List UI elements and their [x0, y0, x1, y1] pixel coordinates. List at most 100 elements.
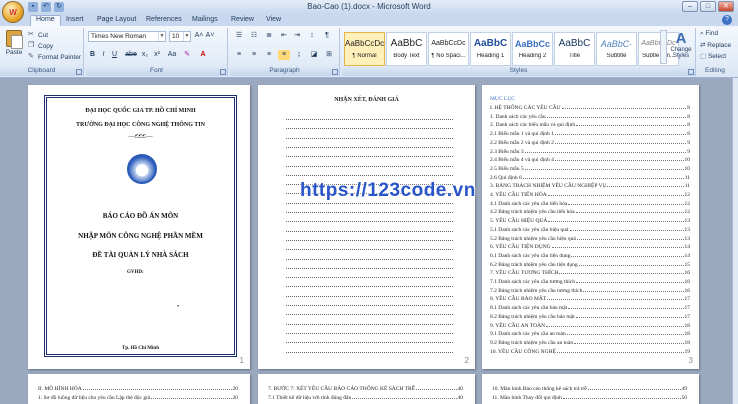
styles-gallery-scroll[interactable] [660, 30, 667, 64]
styles-dialog-launcher[interactable] [688, 69, 694, 75]
numbering-icon[interactable]: ☷ [248, 31, 260, 41]
paragraph-dialog-launcher[interactable] [332, 69, 338, 75]
toc-entry[interactable]: 4. YÊU CẦU TIẾN HÓA 12 [490, 192, 690, 198]
toc-entry[interactable]: 5.2 Bảng trách nhiệm yêu cầu hiệu quả 13 [490, 236, 690, 242]
strikethrough-button[interactable]: abe [124, 50, 138, 60]
minimize-button[interactable]: – [682, 1, 698, 12]
page-6[interactable]: 10. Màn hình Báo cáo thống kê sách trả t… [482, 374, 699, 404]
tab-review[interactable]: Review [231, 16, 254, 23]
toc-entry[interactable]: 2.1 Biểu mẫu 1 và qui định 1 8 [490, 131, 690, 137]
format-painter-button[interactable]: ✎ Format Painter [28, 53, 81, 61]
show-marks-icon[interactable]: ¶ [321, 31, 333, 41]
close-button[interactable]: ✕ [718, 1, 734, 12]
style-heading-1[interactable]: AaBbC Heading 1 [470, 32, 511, 66]
multilevel-list-icon[interactable]: ≣ [263, 31, 275, 41]
page-4[interactable]: II. MÔ HÌNH HÓA 20 1. Sơ đồ luồng dữ liệu … [28, 374, 250, 404]
toc-entry[interactable]: 9.1 Danh sách các yêu cầu an toàn 18 [490, 331, 690, 337]
page-cover[interactable]: ĐẠI HỌC QUỐC GIA TP. HỒ CHÍ MINH TRƯỜNG … [28, 85, 250, 369]
align-right-icon[interactable]: ≡ [263, 50, 275, 60]
grow-font-button[interactable]: A˄ [194, 31, 204, 41]
vertical-scrollbar[interactable] [732, 78, 738, 404]
toc-entry[interactable]: 1. Sơ đồ luồng dữ liệu cho yêu cầu Lập t… [38, 395, 238, 401]
toc-entry[interactable]: 6.2 Bảng trách nhiệm yêu cầu tiện dụng 15 [490, 262, 690, 268]
shrink-font-button[interactable]: A˅ [205, 31, 215, 41]
toc-entry[interactable]: 2. Danh sách các biểu mẫu và qui định 8 [490, 122, 690, 128]
subscript-button[interactable]: x₂ [140, 50, 150, 60]
toc-entry[interactable]: 5. YÊU CẦU HIỆU QUẢ 13 [490, 218, 690, 224]
cut-button[interactable]: ✂ Cut [28, 31, 48, 39]
tab-insert[interactable]: Insert [66, 16, 84, 23]
toc-entry[interactable]: 10. Màn hình Báo cáo thống kê sách trả t… [492, 386, 687, 392]
toc-entry[interactable]: 8.2 Bảng trách nhiệm yêu cầu bảo mật 17 [490, 314, 690, 320]
line-spacing-icon[interactable]: ↨ [293, 50, 305, 60]
toc-entry[interactable]: 6.1 Danh sách các yêu cầu tiện dụng 14 [490, 253, 690, 259]
font-size-select[interactable]: 10 ▼ [169, 31, 191, 42]
font-color-icon[interactable]: A [198, 50, 208, 60]
toc-entry[interactable]: 4.1 Danh sách các yêu cầu tiến hóa 12 [490, 201, 690, 207]
decrease-indent-icon[interactable]: ⇤ [278, 31, 290, 41]
office-button[interactable]: W [2, 1, 24, 23]
page-review[interactable]: NHẬN XÉT, ĐÁNH GIÁ 2 [258, 85, 475, 369]
select-button[interactable]: ⬚ Select [700, 52, 726, 60]
toc-entry[interactable]: 5.1 Danh sách các yêu cầu hiệu quả 13 [490, 227, 690, 233]
toc-entry[interactable]: 7.1 Thiết kế dữ liệu với tính đúng đắn 40 [268, 395, 463, 401]
toc-entry[interactable]: 9. YÊU CẦU AN TOÀN 18 [490, 323, 690, 329]
toc-entry[interactable]: 8. YÊU CẦU BẢO MẬT 17 [490, 296, 690, 302]
maximize-button[interactable]: □ [700, 1, 716, 12]
borders-icon[interactable]: ⊞ [323, 50, 335, 60]
tab-view[interactable]: View [266, 16, 281, 23]
toc-entry[interactable]: 6. YÊU CẦU TIỆN DỤNG 14 [490, 244, 690, 250]
toc-entry[interactable]: 7. YÊU CẦU TƯƠNG THÍCH 16 [490, 270, 690, 276]
superscript-button[interactable]: x² [152, 50, 162, 60]
tab-mailings[interactable]: Mailings [192, 16, 218, 23]
style-subtitle[interactable]: AaBbC· Subtitle [596, 32, 637, 66]
bold-button[interactable]: B [88, 50, 97, 60]
change-case-button[interactable]: Aa [166, 50, 178, 60]
page-toc[interactable]: MỤC LỤC I. HỆ THỐNG CÁC YÊU CẦU 8 1. Danh … [482, 85, 699, 369]
font-dialog-launcher[interactable] [220, 69, 226, 75]
font-name-select[interactable]: Times New Roman ▼ [88, 31, 166, 42]
toc-entry[interactable]: 1. Danh sách các yêu cầu 8 [490, 114, 690, 120]
style-heading-2[interactable]: AaBbCc Heading 2 [512, 32, 553, 66]
document-area[interactable]: ĐẠI HỌC QUỐC GIA TP. HỒ CHÍ MINH TRƯỜNG … [0, 78, 738, 404]
toc-entry[interactable]: 2.5 Biểu mẫu 5 10 [490, 166, 690, 172]
toc-entry[interactable]: 2.2 Biểu mẫu 2 và qui định 2 9 [490, 140, 690, 146]
underline-button[interactable]: U [110, 50, 119, 60]
tab-home[interactable]: Home [30, 15, 61, 26]
highlight-icon[interactable]: ✎ [182, 50, 192, 60]
toc-entry[interactable]: II. MÔ HÌNH HÓA 20 [38, 386, 238, 392]
help-icon[interactable]: ? [722, 15, 732, 25]
clipboard-dialog-launcher[interactable] [76, 69, 82, 75]
italic-button[interactable]: I [99, 50, 108, 60]
toc-entry[interactable]: 9.2 Bảng trách nhiệm yêu cầu an toàn 18 [490, 340, 690, 346]
copy-button[interactable]: ❐ Copy [28, 42, 53, 50]
align-left-icon[interactable]: ≡ [233, 50, 245, 60]
toc-entry[interactable]: 2.6 Qui định 6 11 [490, 175, 690, 181]
style-title[interactable]: AaBbC Title [554, 32, 595, 66]
toc-entry[interactable]: I. HỆ THỐNG CÁC YÊU CẦU 8 [490, 105, 690, 111]
tab-references[interactable]: References [146, 16, 182, 23]
bullets-icon[interactable]: ☰ [233, 31, 245, 41]
toc-entry[interactable]: 8.1 Danh sách các yêu cầu bảo mật 17 [490, 305, 690, 311]
style-no-spacing[interactable]: AaBbCcDc ¶ No Spaci... [428, 32, 469, 66]
toc-entry[interactable]: 3. BẢNG TRÁCH NHIỆM YÊU CẦU NGHIỆP VỤ 11 [490, 183, 690, 189]
sort-icon[interactable]: ↕ [306, 31, 318, 41]
replace-button[interactable]: ⇄ Replace [700, 41, 731, 49]
paste-button[interactable]: Paste [3, 30, 25, 66]
toc-entry[interactable]: 10. YÊU CẦU CÔNG NGHỆ 19 [490, 349, 690, 355]
increase-indent-icon[interactable]: ⇥ [291, 31, 303, 41]
toc-entry[interactable]: 11. Màn hình Thay đổi qui định 50 [492, 395, 687, 401]
toc-entry[interactable]: 7. BƯỚC 7: XÉT YÊU CẦU BÁO CÁO THỐNG KÊ … [268, 386, 463, 392]
toc-entry[interactable]: 2.4 Biểu mẫu 4 và qui định 4 10 [490, 157, 690, 163]
style-body-text[interactable]: AaBbC Body Text [386, 32, 427, 66]
toc-entry[interactable]: 7.2 Bảng trách nhiệm yêu cầu tương thích… [490, 288, 690, 294]
tab-page-layout[interactable]: Page Layout [97, 16, 136, 23]
justify-icon[interactable]: ≡ [278, 50, 290, 60]
find-button[interactable]: ⌕ Find [700, 30, 718, 38]
toc-entry[interactable]: 2.3 Biểu mẫu 3 9 [490, 149, 690, 155]
shading-icon[interactable]: ◪ [308, 50, 320, 60]
change-styles-button[interactable]: A Change Styles [669, 30, 693, 66]
align-center-icon[interactable]: ≡ [248, 50, 260, 60]
page-5[interactable]: 7. BƯỚC 7: XÉT YÊU CẦU BÁO CÁO THỐNG KÊ … [258, 374, 475, 404]
toc-entry[interactable]: 4.2 Bảng trách nhiệm yêu cầu tiến hóa 12 [490, 209, 690, 215]
